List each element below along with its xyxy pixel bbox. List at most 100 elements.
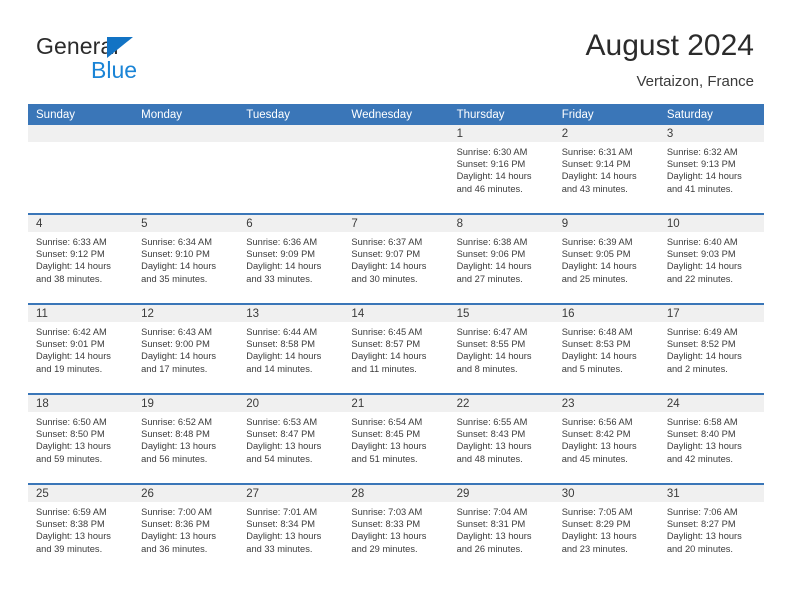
sunset-time: Sunset: 8:43 PM (456, 429, 526, 440)
day-sun-info: Sunrise: 6:53 AM Sunset: 8:47 PM Daylight:… (238, 412, 343, 465)
calendar-day-cell[interactable]: 17 Sunrise: 6:49 AM Sunset: 8:52 PM Dayligh… (658, 305, 764, 393)
calendar-day-cell[interactable]: 15 Sunrise: 6:47 AM Sunset: 8:55 PM Dayligh… (448, 305, 554, 393)
day-sun-info: Sunrise: 6:48 AM Sunset: 8:53 PM Daylight:… (554, 322, 659, 375)
sunrise-time: Sunrise: 6:53 AM (246, 417, 318, 427)
sunset-time: Sunset: 9:14 PM (561, 159, 631, 170)
daylight-duration-line1: Daylight: 13 hours (36, 441, 111, 452)
day-number: 3 (658, 125, 764, 142)
daylight-duration-line2: and 17 minutes. (141, 363, 208, 374)
calendar-week-row: 4 Sunrise: 6:33 AM Sunset: 9:12 PM Daylight… (28, 213, 764, 303)
calendar-day-cell[interactable]: 18 Sunrise: 6:50 AM Sunset: 8:50 PM Dayligh… (28, 395, 134, 483)
sunrise-time: Sunrise: 7:00 AM (141, 507, 212, 517)
day-sun-info: Sunrise: 6:42 AM Sunset: 9:01 PM Daylight:… (28, 322, 133, 375)
calendar-page: General Blue August 2024 Vertaizon, Fran… (0, 0, 792, 612)
calendar-day-cell[interactable]: 2 Sunrise: 6:31 AM Sunset: 9:14 PM Daylight… (553, 125, 659, 213)
calendar-day-cell[interactable]: 12 Sunrise: 6:43 AM Sunset: 9:00 PM Dayligh… (133, 305, 239, 393)
sunset-time: Sunset: 8:48 PM (141, 429, 210, 440)
daylight-duration-line1: Daylight: 13 hours (351, 531, 427, 542)
calendar-day-cell[interactable]: 11 Sunrise: 6:42 AM Sunset: 9:01 PM Dayligh… (28, 305, 134, 393)
sunset-time: Sunset: 9:16 PM (456, 159, 526, 170)
calendar-day-cell[interactable]: 28 Sunrise: 7:03 AM Sunset: 8:33 PM Dayligh… (343, 485, 449, 573)
calendar-day-cell[interactable]: 6 Sunrise: 6:36 AM Sunset: 9:09 PM Daylight… (238, 215, 344, 303)
calendar-day-cell[interactable]: 10 Sunrise: 6:40 AM Sunset: 9:03 PM Dayligh… (658, 215, 764, 303)
calendar-day-cell[interactable]: 19 Sunrise: 6:52 AM Sunset: 8:48 PM Dayligh… (133, 395, 239, 483)
daylight-duration-line1: Daylight: 14 hours (666, 351, 742, 362)
calendar-day-cell[interactable]: 27 Sunrise: 7:01 AM Sunset: 8:34 PM Dayligh… (238, 485, 344, 573)
calendar-day-cell[interactable]: 23 Sunrise: 6:56 AM Sunset: 8:42 PM Dayligh… (553, 395, 659, 483)
day-sun-info: Sunrise: 6:49 AM Sunset: 8:52 PM Daylight:… (659, 322, 764, 375)
brand-logo[interactable]: General Blue (36, 33, 216, 85)
sunset-time: Sunset: 9:01 PM (36, 339, 105, 350)
day-sun-info: Sunrise: 6:36 AM Sunset: 9:09 PM Daylight:… (238, 232, 343, 285)
day-sun-info: Sunrise: 7:04 AM Sunset: 8:31 PM Daylight:… (449, 502, 554, 555)
day-sun-info: Sunrise: 6:56 AM Sunset: 8:42 PM Daylight:… (554, 412, 659, 465)
sunset-time: Sunset: 9:05 PM (561, 249, 631, 260)
day-number: 22 (448, 395, 554, 412)
calendar-day-cell[interactable]: 20 Sunrise: 6:53 AM Sunset: 8:47 PM Dayligh… (238, 395, 344, 483)
calendar-day-cell[interactable]: 22 Sunrise: 6:55 AM Sunset: 8:43 PM Dayligh… (448, 395, 554, 483)
daylight-duration-line2: and 2 minutes. (666, 363, 728, 374)
day-sun-info: Sunrise: 6:52 AM Sunset: 8:48 PM Daylight:… (133, 412, 238, 465)
calendar-day-cell[interactable]: 16 Sunrise: 6:48 AM Sunset: 8:53 PM Dayligh… (553, 305, 659, 393)
sunset-time: Sunset: 9:10 PM (141, 249, 210, 260)
calendar-day-cell[interactable]: 1 Sunrise: 6:30 AM Sunset: 9:16 PM Daylight… (448, 125, 554, 213)
daylight-duration-line2: and 45 minutes. (561, 453, 628, 464)
day-number: 7 (343, 215, 449, 232)
sunset-time: Sunset: 8:42 PM (561, 429, 631, 440)
sunset-time: Sunset: 8:38 PM (36, 519, 105, 530)
daylight-duration-line2: and 29 minutes. (351, 543, 418, 554)
daylight-duration-line1: Daylight: 14 hours (351, 351, 427, 362)
daylight-duration-line1: Daylight: 14 hours (456, 171, 532, 182)
daylight-duration-line1: Daylight: 13 hours (561, 441, 637, 452)
calendar-day-cell[interactable]: 25 Sunrise: 6:59 AM Sunset: 8:38 PM Dayligh… (28, 485, 134, 573)
daylight-duration-line2: and 33 minutes. (246, 273, 313, 284)
calendar-day-cell[interactable]: 24 Sunrise: 6:58 AM Sunset: 8:40 PM Dayligh… (658, 395, 764, 483)
day-sun-info: Sunrise: 6:59 AM Sunset: 8:38 PM Daylight:… (28, 502, 133, 555)
daylight-duration-line1: Daylight: 13 hours (351, 441, 427, 452)
day-sun-info: Sunrise: 6:58 AM Sunset: 8:40 PM Daylight:… (659, 412, 764, 465)
sunrise-time: Sunrise: 6:38 AM (456, 237, 528, 247)
sunrise-time: Sunrise: 6:47 AM (456, 327, 528, 337)
calendar-day-cell[interactable]: 4 Sunrise: 6:33 AM Sunset: 9:12 PM Daylight… (28, 215, 134, 303)
daylight-duration-line1: Daylight: 13 hours (456, 441, 532, 452)
sunrise-time: Sunrise: 6:55 AM (456, 417, 528, 427)
daylight-duration-line2: and 41 minutes. (666, 183, 733, 194)
day-sun-info: Sunrise: 6:32 AM Sunset: 9:13 PM Daylight:… (659, 142, 764, 195)
calendar-week-row: 25 Sunrise: 6:59 AM Sunset: 8:38 PM Dayligh… (28, 483, 764, 573)
calendar-week-row: 1 Sunrise: 6:30 AM Sunset: 9:16 PM Daylight… (28, 125, 764, 213)
page-header: General Blue August 2024 Vertaizon, Fran… (0, 0, 792, 102)
sunset-time: Sunset: 8:29 PM (561, 519, 631, 530)
calendar-grid: Sunday Monday Tuesday Wednesday Thursday Frid… (28, 104, 764, 573)
calendar-day-cell[interactable]: 14 Sunrise: 6:45 AM Sunset: 8:57 PM Dayligh… (343, 305, 449, 393)
sunset-time: Sunset: 9:12 PM (36, 249, 105, 260)
sunset-time: Sunset: 8:57 PM (351, 339, 421, 350)
calendar-day-cell[interactable]: 29 Sunrise: 7:04 AM Sunset: 8:31 PM Dayligh… (448, 485, 554, 573)
calendar-day-cell[interactable]: 7 Sunrise: 6:37 AM Sunset: 9:07 PM Daylight… (343, 215, 449, 303)
day-number: 29 (448, 485, 554, 502)
calendar-day-cell[interactable]: 26 Sunrise: 7:00 AM Sunset: 8:36 PM Dayligh… (133, 485, 239, 573)
calendar-day-cell[interactable]: 21 Sunrise: 6:54 AM Sunset: 8:45 PM Dayligh… (343, 395, 449, 483)
calendar-day-cell[interactable]: 8 Sunrise: 6:38 AM Sunset: 9:06 PM Daylight… (448, 215, 554, 303)
daylight-duration-line1: Daylight: 14 hours (141, 261, 217, 272)
day-sun-info: Sunrise: 7:06 AM Sunset: 8:27 PM Daylight:… (659, 502, 764, 555)
day-number: 4 (28, 215, 134, 232)
calendar-day-cell[interactable]: 30 Sunrise: 7:05 AM Sunset: 8:29 PM Dayligh… (553, 485, 659, 573)
daylight-duration-line2: and 25 minutes. (561, 273, 628, 284)
sunrise-time: Sunrise: 6:49 AM (666, 327, 738, 337)
sunrise-time: Sunrise: 6:32 AM (666, 147, 738, 157)
calendar-day-cell[interactable]: 3 Sunrise: 6:32 AM Sunset: 9:13 PM Daylight… (658, 125, 764, 213)
calendar-day-cell[interactable]: 9 Sunrise: 6:39 AM Sunset: 9:05 PM Daylight… (553, 215, 659, 303)
calendar-day-cell[interactable]: 31 Sunrise: 7:06 AM Sunset: 8:27 PM Dayligh… (658, 485, 764, 573)
sunrise-time: Sunrise: 6:52 AM (141, 417, 212, 427)
sunset-time: Sunset: 8:34 PM (246, 519, 316, 530)
daylight-duration-line1: Daylight: 14 hours (561, 351, 637, 362)
calendar-day-cell[interactable]: 5 Sunrise: 6:34 AM Sunset: 9:10 PM Daylight… (133, 215, 239, 303)
day-number: 16 (553, 305, 659, 322)
title-block: August 2024 Vertaizon, France (586, 27, 754, 93)
sunrise-time: Sunrise: 6:54 AM (351, 417, 423, 427)
day-number: 13 (238, 305, 344, 322)
day-number: 11 (28, 305, 134, 322)
sunrise-time: Sunrise: 6:33 AM (36, 237, 107, 247)
sunset-time: Sunset: 8:52 PM (666, 339, 736, 350)
calendar-day-cell[interactable]: 13 Sunrise: 6:44 AM Sunset: 8:58 PM Dayligh… (238, 305, 344, 393)
